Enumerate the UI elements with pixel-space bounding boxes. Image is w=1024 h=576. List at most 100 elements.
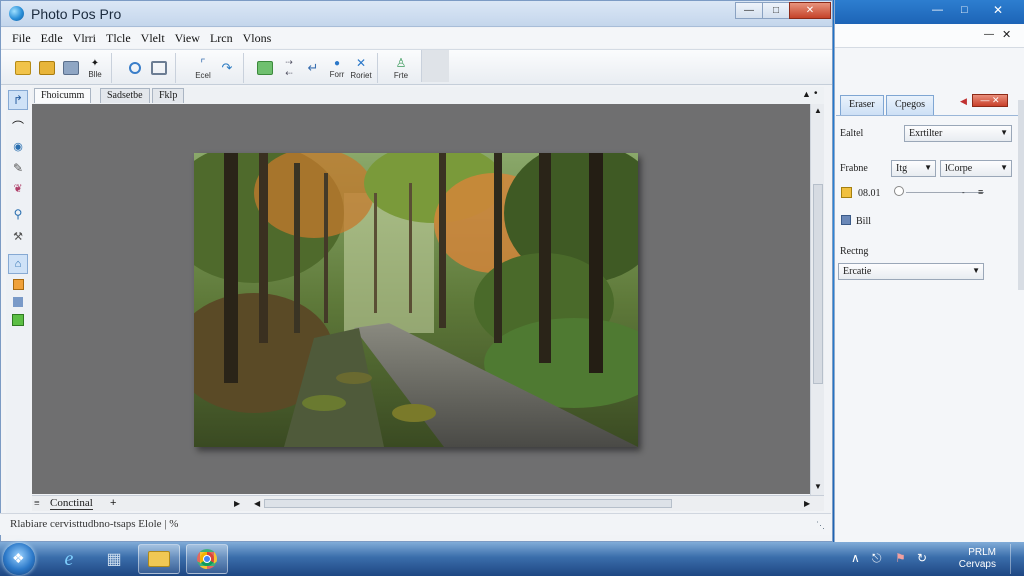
corner-icon: ⌜ xyxy=(200,57,206,70)
tray-flag-icon[interactable]: ⚑ xyxy=(895,551,906,565)
select-icon: ↵ xyxy=(307,60,319,75)
taskbar-folder[interactable] xyxy=(138,544,180,574)
slider-knob[interactable] xyxy=(894,186,904,196)
dropper-tool[interactable]: ❦ xyxy=(8,178,28,198)
panel-close-button[interactable]: — ✕ xyxy=(972,94,1008,107)
canvas-area[interactable] xyxy=(32,104,810,494)
tab-document[interactable]: Fhoicumm xyxy=(34,88,92,103)
side-maximize-icon[interactable]: □ xyxy=(961,4,968,16)
shape-icon xyxy=(13,297,23,307)
slider-tick-icon: - xyxy=(962,188,965,197)
tab-selection[interactable]: Sadsetbe xyxy=(100,88,150,103)
tray-network-icon[interactable]: ⎋ xyxy=(872,551,882,566)
retouch-button[interactable]: ✕ Roriet xyxy=(349,53,373,83)
shape-select[interactable]: lCorpe ▼ xyxy=(940,160,1012,177)
menu-select[interactable]: Vlelt xyxy=(136,28,170,48)
menu-edit[interactable]: Edle xyxy=(36,28,68,48)
save-button[interactable] xyxy=(59,53,83,83)
crop-button[interactable] xyxy=(147,53,171,83)
zoom-tool[interactable]: ⚲ xyxy=(8,204,28,224)
scroll-down-icon[interactable]: ▼ xyxy=(814,482,822,491)
taskbar-ie[interactable]: e xyxy=(48,544,90,574)
clock[interactable]: PRLM Cervaps xyxy=(940,547,996,571)
menu-tools[interactable]: Tlcle xyxy=(101,28,136,48)
home-tool[interactable]: ⌂ xyxy=(8,254,28,274)
panel-pin-icon[interactable]: ◀ xyxy=(960,96,967,107)
vscroll-thumb[interactable] xyxy=(813,184,823,384)
menu-windows[interactable]: Vlons xyxy=(238,28,277,48)
lasso-tool[interactable]: ⌒ xyxy=(8,116,28,136)
select-button[interactable]: ↵ xyxy=(301,53,325,83)
tab-eraser[interactable]: Eraser xyxy=(840,95,884,115)
pointer-tool[interactable]: ↱ xyxy=(8,90,28,110)
side-minimize-button[interactable]: — xyxy=(984,29,994,40)
zoom-button[interactable] xyxy=(123,53,147,83)
tray-up-icon[interactable]: ∧ xyxy=(851,551,860,565)
pencil-tool[interactable]: ✎ xyxy=(8,158,28,178)
start-button[interactable]: ❖ xyxy=(3,543,35,575)
scroll-up-icon[interactable]: ▲ xyxy=(814,106,822,115)
bill-label[interactable]: Bill xyxy=(856,216,871,227)
arrows-button[interactable]: ⇢ ⇠ xyxy=(277,53,301,83)
layers-icon xyxy=(257,61,273,75)
eye-icon: ◉ xyxy=(13,140,23,153)
resize-grip-icon[interactable]: ⋱ xyxy=(816,520,825,531)
fill-tool[interactable] xyxy=(8,274,28,294)
tool-select[interactable]: Exrtilter ▼ xyxy=(904,125,1012,142)
open-button[interactable] xyxy=(35,53,59,83)
title-bar: Photo Pos Pro — □ ✕ xyxy=(1,1,832,27)
effects-button[interactable]: ♙ Frte xyxy=(389,53,413,83)
slider-menu-icon[interactable]: ≡ xyxy=(978,187,983,197)
menu-layer[interactable]: Lrcn xyxy=(205,28,238,48)
scroll-right-icon[interactable]: ▶ xyxy=(234,499,240,508)
color-tool[interactable] xyxy=(8,310,28,330)
brush-tool[interactable]: ◉ xyxy=(8,136,28,156)
app-logo-icon xyxy=(9,6,24,21)
maximize-button[interactable]: □ xyxy=(762,2,790,19)
forest-photo[interactable] xyxy=(194,153,638,447)
tabs-scroll-icon[interactable]: ▲ xyxy=(802,89,811,99)
properties-panel: Eraser Cpegos ◀ — ✕ Ealtel Exrtilter ▼ Fr… xyxy=(836,88,1018,538)
tool-select-value: Exrtilter xyxy=(909,128,943,139)
window-controls: — □ ✕ xyxy=(735,2,831,19)
add-tab-icon[interactable]: ≡ xyxy=(34,498,40,509)
blur-button[interactable]: ✦ Blle xyxy=(83,53,107,83)
new-file-button[interactable] xyxy=(11,53,35,83)
menu-view[interactable]: Vlrri xyxy=(68,28,101,48)
close-button[interactable]: ✕ xyxy=(789,2,831,19)
taskbar-explorer[interactable]: ▦ xyxy=(93,544,135,574)
slider-track[interactable] xyxy=(906,192,984,193)
hscroll-thumb[interactable] xyxy=(264,499,672,508)
side-close-icon[interactable]: ✕ xyxy=(993,3,1003,17)
text-button[interactable]: ⌜ Ecel xyxy=(191,53,215,83)
toolbar-grip[interactable] xyxy=(421,50,449,82)
side-minimize-icon[interactable]: — xyxy=(932,4,943,16)
tab-help[interactable]: Fklp xyxy=(152,88,185,103)
add-sheet-icon[interactable]: + xyxy=(110,497,116,509)
panel-scrollbar[interactable] xyxy=(1018,100,1024,290)
menu-file[interactable]: File xyxy=(7,28,36,48)
tab-options[interactable]: Cpegos xyxy=(886,95,934,115)
rect-select[interactable]: Ercatie ▼ xyxy=(838,263,984,280)
curve-button[interactable]: ↷ xyxy=(215,53,239,83)
layer-button[interactable] xyxy=(253,53,277,83)
tabs-close-icon[interactable]: • xyxy=(814,88,818,99)
home-icon: ⌂ xyxy=(14,258,22,270)
mode-select[interactable]: Itg ▼ xyxy=(891,160,936,177)
minimize-button[interactable]: — xyxy=(735,2,763,19)
side-close-button[interactable]: ✕ xyxy=(1002,28,1011,41)
shape-tool[interactable] xyxy=(8,292,28,312)
pointer-icon: ↱ xyxy=(12,93,24,107)
taskbar-chrome[interactable] xyxy=(186,544,228,574)
tray-sync-icon[interactable]: ↻ xyxy=(917,551,927,565)
tools-icon: ✕ xyxy=(355,56,367,70)
scroll-left-icon[interactable]: ◀ xyxy=(254,499,260,508)
menu-view-2[interactable]: View xyxy=(170,28,205,48)
sheet-tab[interactable]: Conctinal xyxy=(50,497,93,510)
format-button[interactable]: ● Forr xyxy=(325,53,349,83)
show-desktop-button[interactable] xyxy=(1010,544,1024,574)
scroll-end-icon[interactable]: ▶ xyxy=(804,499,810,508)
taskbar: ❖ e ▦ ∧ ⎋ ⚑ ↻ PRLM Cervaps xyxy=(0,542,1024,576)
stamp-tool[interactable]: ⚒ xyxy=(8,226,28,246)
vertical-scrollbar[interactable]: ▲ ▼ xyxy=(810,104,824,496)
